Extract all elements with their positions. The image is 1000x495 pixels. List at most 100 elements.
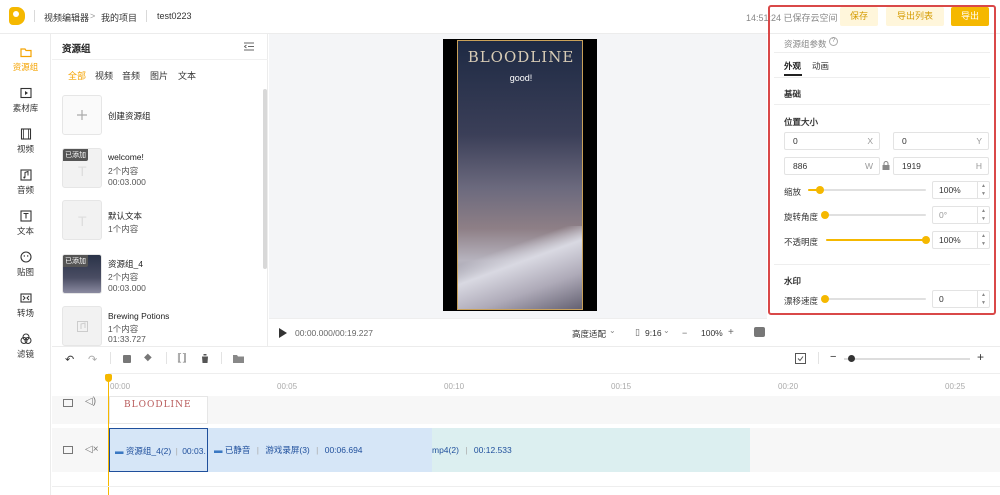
resource-duration: 00:03.000 [108, 177, 146, 187]
filter-tab-all[interactable]: 全部 [68, 69, 86, 82]
nav-label: 视频 [16, 144, 34, 154]
preview-area: BLOODLINE good! 00:00.000/00:19.227 高度适配… [269, 34, 767, 346]
divider [221, 352, 222, 364]
nav-item-text[interactable]: 文本 [0, 210, 51, 250]
text-thumb-icon: T [78, 213, 87, 229]
resource-count: 1个内容 [108, 224, 139, 234]
timeline-zoom-slider[interactable] [844, 358, 970, 360]
timeline-clip[interactable]: ▬ 已静音 | 游戏录屏(3) | 00:06.694 [208, 428, 432, 472]
clip-separator: | [465, 445, 468, 455]
clip-separator: | [175, 446, 178, 456]
collapse-panel-icon[interactable] [244, 42, 254, 51]
muted-speaker-icon[interactable]: ◁× [85, 444, 99, 455]
nav-item-resources[interactable]: 资源组 [0, 46, 51, 86]
playhead-handle[interactable] [105, 374, 112, 382]
resource-name: Brewing Potions [108, 311, 170, 321]
resource-thumb[interactable]: 已添加 T [62, 148, 102, 188]
resource-panel: 资源组 全部 视频 音频 图片 文本 创建资源组 已添加 T welcome! … [52, 34, 268, 346]
timeline-clip[interactable]: mp4(2) | 00:12.533 [432, 428, 750, 472]
audio-thumb-icon [77, 321, 88, 332]
clip-label: mp4(2) [432, 445, 459, 455]
mountain-image [458, 226, 582, 309]
ruler-tick: 00:20 [778, 382, 799, 391]
copy-icon[interactable] [123, 355, 131, 363]
project-name[interactable]: test0223 [157, 11, 192, 21]
nav-item-transition[interactable]: 转场 [0, 292, 51, 332]
chevron-down-icon: ⌄ [609, 326, 616, 335]
divider [818, 352, 819, 364]
music-icon [19, 169, 32, 181]
playhead-line[interactable] [108, 374, 109, 495]
zoom-in-icon[interactable]: + [728, 327, 734, 338]
fullscreen-icon[interactable] [754, 327, 765, 337]
nav-item-library[interactable]: 素材库 [0, 87, 51, 127]
snap-icon[interactable] [795, 353, 806, 364]
resource-duration: 01:33.727 [108, 334, 146, 344]
filter-tab-image[interactable]: 图片 [150, 69, 168, 82]
zoom-out-icon[interactable]: − [682, 328, 687, 338]
transition-icon [19, 293, 32, 303]
added-badge: 已添加 [63, 149, 88, 161]
timeline-clip-selected[interactable]: ▬ 资源组_4(2) | 00:03. [109, 428, 208, 472]
filter-tab-text[interactable]: 文本 [178, 69, 196, 82]
timeline-zoom-out-icon[interactable]: − [830, 351, 836, 363]
resource-name: 资源组_4 [108, 259, 143, 269]
nav-item-filter[interactable]: 滤镜 [0, 333, 51, 373]
track-thumb-icon [63, 399, 73, 407]
speaker-icon[interactable]: ◁) [85, 396, 96, 407]
app-logo[interactable] [9, 7, 25, 25]
redo-icon[interactable]: ↷ [88, 353, 97, 366]
breadcrumb-separator: > [90, 11, 96, 21]
left-nav: 资源组 素材库 视频 音频 文本 贴图 转场 滤镜 [0, 34, 51, 495]
delete-icon[interactable] [201, 354, 209, 363]
filter-tab-video[interactable]: 视频 [95, 69, 113, 82]
resource-thumb[interactable]: 已添加 [62, 254, 102, 294]
filter-tab-audio[interactable]: 音频 [122, 69, 140, 82]
resource-name: 默认文本 [108, 211, 143, 221]
folder-icon: ▬ [115, 446, 124, 456]
panel-scrollbar[interactable] [263, 89, 267, 269]
track-thumb-icon [63, 446, 73, 454]
nav-label: 资源组 [12, 62, 39, 72]
subtitle-overlay: good! [509, 73, 533, 83]
ruler-tick: 00:10 [444, 382, 465, 391]
clip-time: 00:03. [182, 446, 206, 456]
tag-icon[interactable]: ◆ [144, 352, 152, 363]
zoom-level: 100% [701, 328, 723, 338]
divider [146, 10, 147, 22]
create-group-card[interactable] [62, 95, 102, 135]
resource-thumb[interactable] [62, 306, 102, 346]
nav-label: 文本 [16, 226, 34, 236]
film-icon [20, 128, 31, 140]
timeline-clip-title[interactable]: BLOODLINE [109, 396, 208, 424]
play-icon[interactable] [279, 328, 287, 338]
divider [52, 59, 268, 60]
ruler-tick: 00:15 [611, 382, 632, 391]
breadcrumb-app[interactable]: 视频编辑器 [44, 11, 89, 24]
create-group-label[interactable]: 创建资源组 [108, 110, 151, 122]
breadcrumb-project[interactable]: 我的项目 [101, 11, 137, 24]
text-thumb-icon: T [78, 163, 87, 179]
folder-icon[interactable] [233, 354, 244, 363]
clip-thumb-text: BLOODLINE [124, 400, 192, 410]
timeline-zoom-in-icon[interactable]: + [977, 350, 984, 364]
title-overlay: BLOODLINE [467, 48, 575, 66]
nav-item-video[interactable]: 视频 [0, 128, 51, 168]
timeline-zoom-knob[interactable] [848, 355, 855, 362]
divider [52, 486, 1000, 487]
nav-label: 滤镜 [16, 349, 34, 359]
added-badge: 已添加 [63, 255, 88, 267]
ratio-select[interactable]: 9:16 [645, 328, 662, 338]
nav-item-sticker[interactable]: 贴图 [0, 251, 51, 291]
clip-label: 资源组_4(2) [125, 446, 172, 456]
fit-mode-select[interactable]: 高度适配 [572, 328, 606, 340]
ratio-icon: ▯ [635, 327, 640, 337]
selected-layer[interactable]: BLOODLINE good! [457, 40, 583, 310]
nav-item-audio[interactable]: 音频 [0, 169, 51, 209]
split-icon[interactable]: ⟦⟧ [177, 353, 187, 364]
ruler-tick: 00:25 [945, 382, 966, 391]
clip-separator: | [256, 445, 259, 455]
resource-thumb[interactable]: T [62, 200, 102, 240]
undo-icon[interactable]: ↶ [65, 353, 74, 366]
clip-time: 00:06.694 [324, 445, 363, 455]
